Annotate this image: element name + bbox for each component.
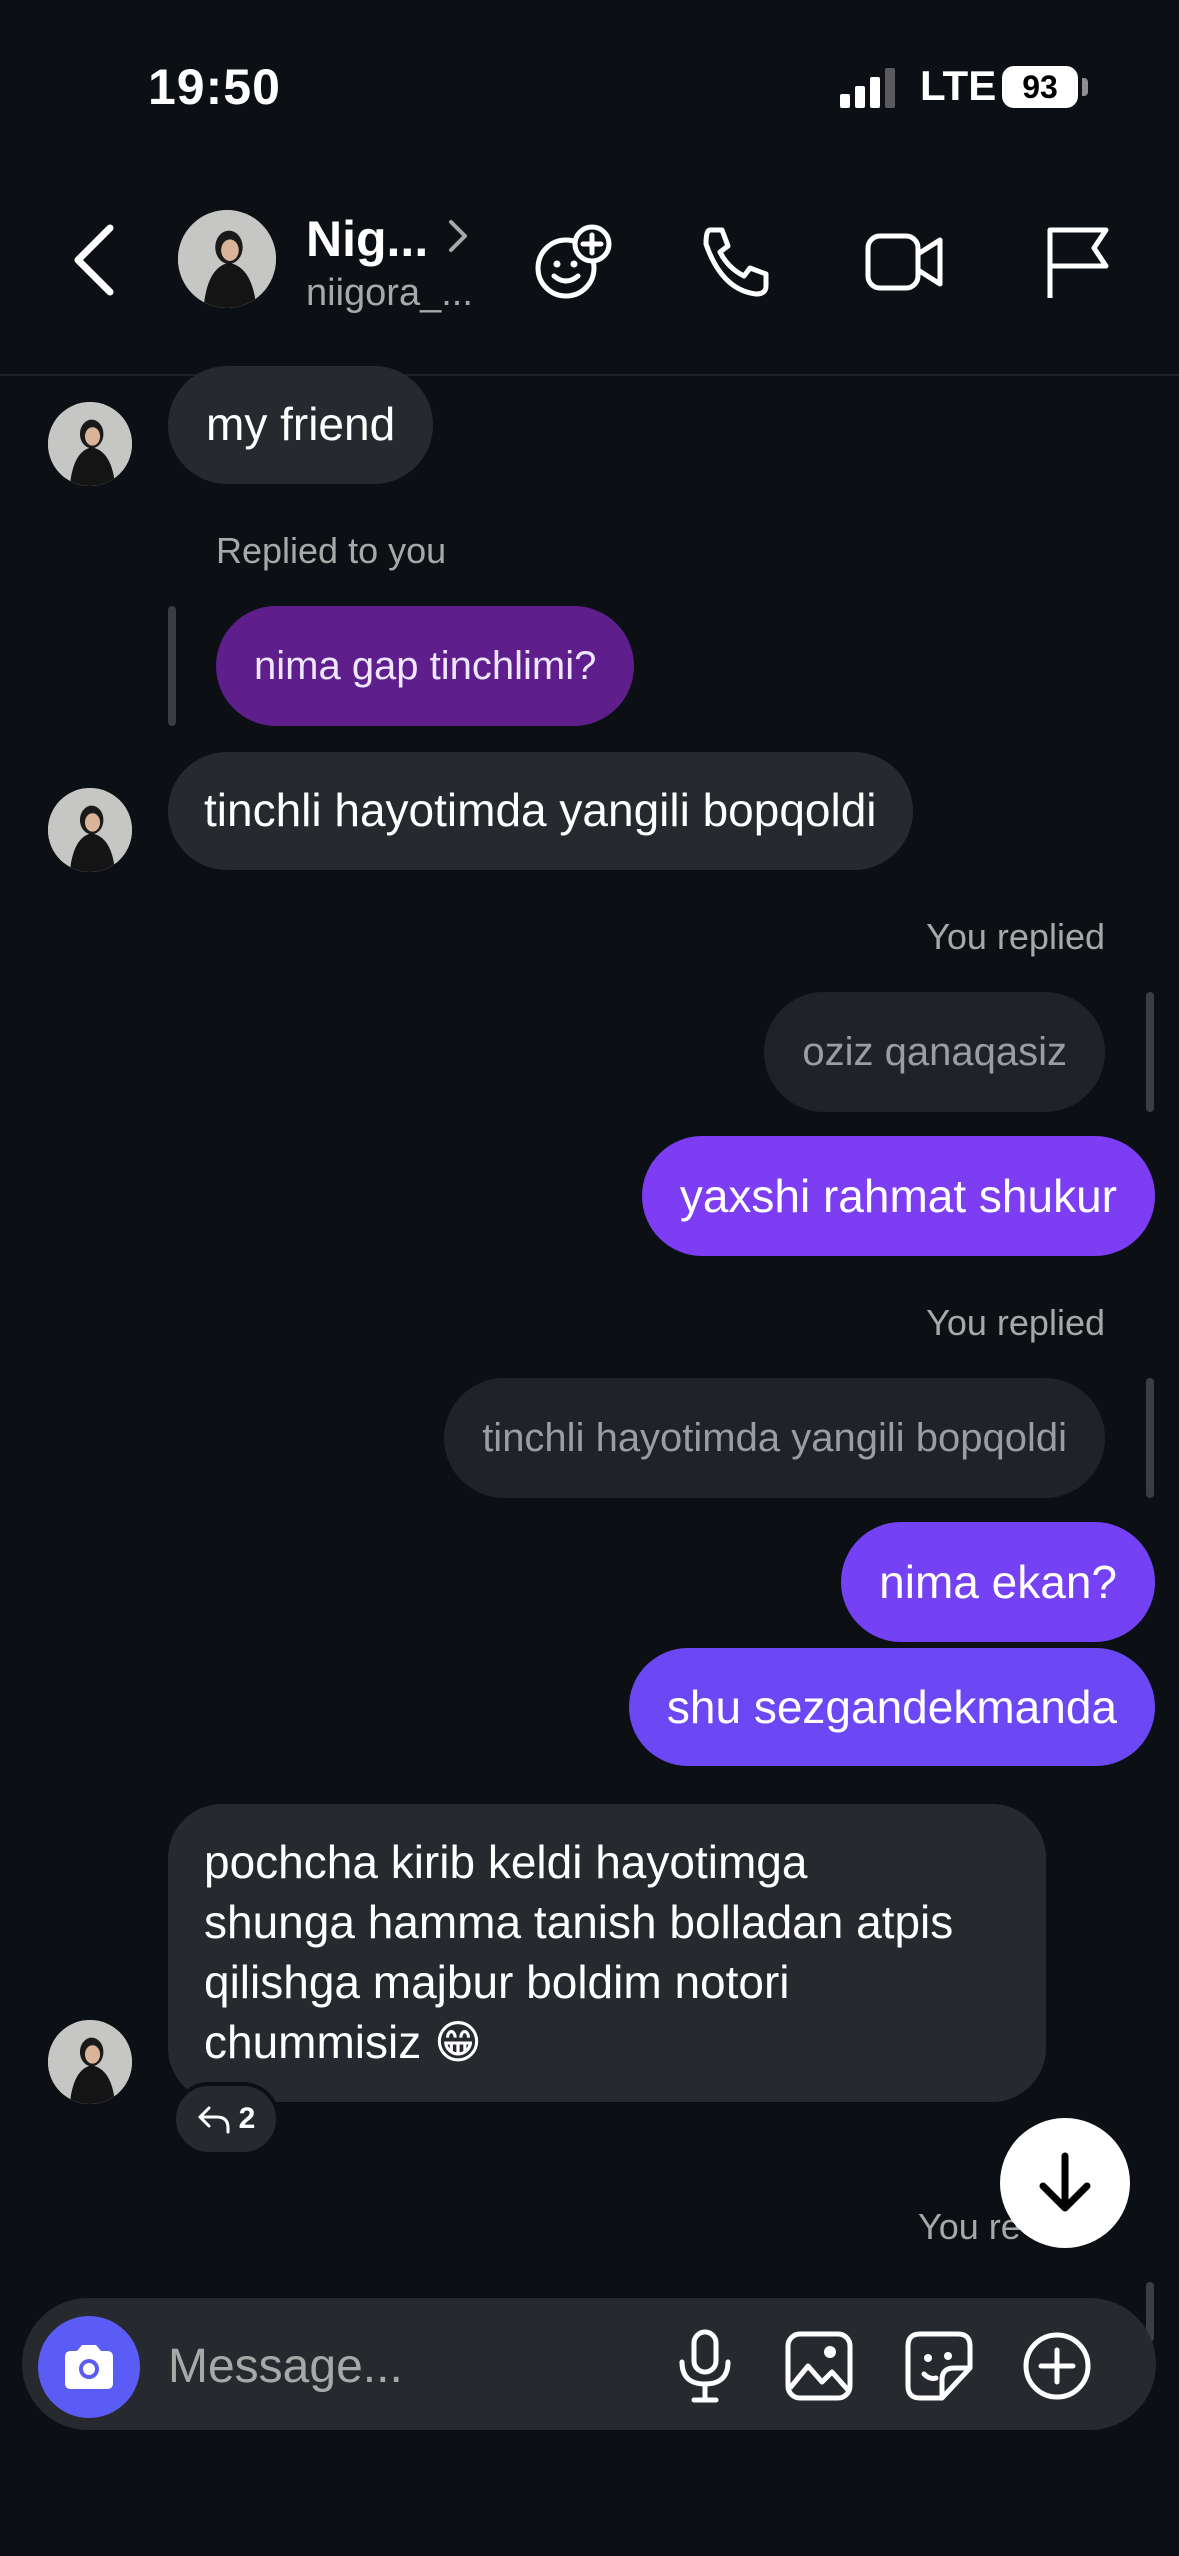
- message-bubble[interactable]: pochcha kirib keldi hayotimga shunga ham…: [168, 1804, 1046, 2102]
- contact-name[interactable]: Nig...: [306, 210, 428, 268]
- reply-arrow-icon: [198, 2106, 230, 2134]
- reply-label: Replied to you: [216, 530, 447, 571]
- video-call-icon[interactable]: [862, 222, 946, 302]
- reply-count-badge[interactable]: 2: [172, 2082, 280, 2156]
- reply-label: You re: [918, 2206, 1021, 2247]
- quoted-message[interactable]: tinchli hayotimda yangili bopqoldi: [444, 1378, 1105, 1498]
- scroll-to-bottom-button[interactable]: [1000, 2118, 1130, 2248]
- avatar-image: [48, 2020, 132, 2104]
- quote-bar: [1146, 992, 1154, 1112]
- cellular-signal-icon: [840, 68, 895, 108]
- sent-message-bubble[interactable]: yaxshi rahmat shukur: [641, 1136, 1155, 1256]
- message-line: qilishga majbur boldim notori: [204, 1956, 790, 2008]
- message-input[interactable]: [168, 2334, 638, 2398]
- reply-label: You replied: [926, 1302, 1105, 1343]
- status-time: 19:50: [148, 59, 281, 115]
- chevron-right-icon[interactable]: [442, 216, 472, 256]
- sender-avatar[interactable]: [48, 2020, 132, 2104]
- message-line: pochcha kirib keldi hayotimga: [204, 1836, 808, 1888]
- contact-username[interactable]: niigora_...: [306, 272, 473, 315]
- battery-icon: 93: [1002, 66, 1078, 108]
- camera-button[interactable]: [38, 2316, 140, 2418]
- camera-icon: [65, 2345, 113, 2389]
- report-flag-icon[interactable]: [1034, 222, 1118, 302]
- message-line: chummisiz 😁: [204, 2016, 482, 2068]
- sender-avatar[interactable]: [48, 402, 132, 486]
- quoted-message[interactable]: oziz qanaqasiz: [764, 992, 1105, 1112]
- message-line: shunga hamma tanish bolladan atpis: [204, 1896, 954, 1948]
- quote-bar: [1146, 1378, 1154, 1498]
- add-friend-sticker-icon[interactable]: [532, 222, 616, 302]
- sticker-icon[interactable]: [902, 2328, 976, 2404]
- arrow-down-icon: [1039, 2152, 1091, 2212]
- reply-label: You replied: [926, 916, 1105, 957]
- avatar-image: [48, 402, 132, 486]
- contact-avatar[interactable]: [178, 210, 276, 308]
- network-label: LTE: [920, 62, 997, 109]
- header-divider: [0, 374, 1179, 376]
- microphone-icon[interactable]: [668, 2328, 742, 2404]
- avatar-image: [48, 788, 132, 872]
- gallery-image-icon[interactable]: [782, 2328, 856, 2404]
- battery-nub: [1082, 78, 1088, 96]
- message-bubble[interactable]: tinchli hayotimda yangili bopqoldi: [168, 752, 913, 870]
- add-more-plus-icon[interactable]: [1020, 2328, 1094, 2404]
- back-arrow-icon[interactable]: [60, 220, 130, 300]
- reply-count: 2: [238, 2102, 256, 2135]
- quoted-message[interactable]: nima gap tinchlimi?: [216, 606, 635, 726]
- avatar-image: [178, 210, 276, 308]
- sent-message-bubble[interactable]: nima ekan?: [841, 1522, 1155, 1642]
- message-bubble[interactable]: my friend: [168, 366, 434, 484]
- quote-bar: [168, 606, 176, 726]
- sent-message-bubble[interactable]: shu sezgandekmanda: [628, 1648, 1155, 1766]
- phone-call-icon[interactable]: [694, 222, 778, 302]
- sender-avatar[interactable]: [48, 788, 132, 872]
